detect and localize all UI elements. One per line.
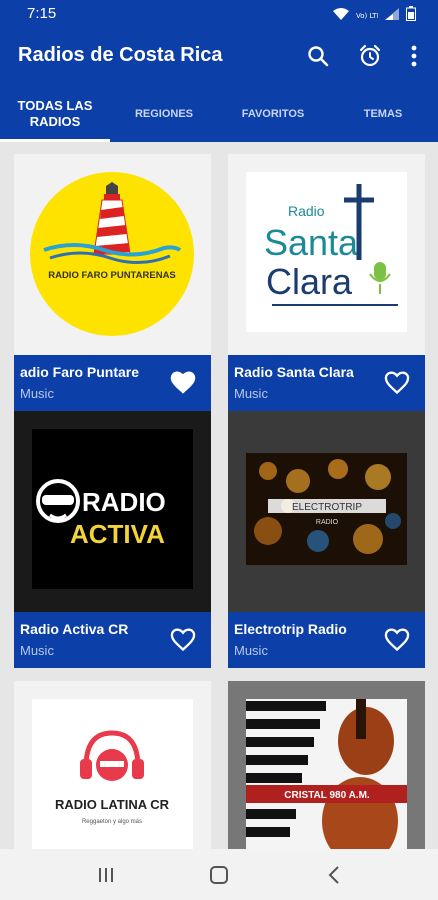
system-nav-bar <box>0 849 438 900</box>
station-genre: Music <box>20 386 54 401</box>
station-card[interactable]: RADIO FARO PUNTARENAS adio Faro Puntare … <box>14 154 211 411</box>
station-name: Radio Santa Clara <box>234 364 354 380</box>
tab-label: TODAS LAS RADIOS <box>17 97 93 129</box>
battery-icon <box>406 6 416 26</box>
search-button[interactable] <box>304 42 332 70</box>
favorite-button[interactable] <box>383 369 411 395</box>
back-icon <box>328 866 339 884</box>
tab-label: REGIONES <box>134 107 194 120</box>
svg-text:ACTIVA: ACTIVA <box>70 519 165 549</box>
heart-filled-icon <box>170 371 196 394</box>
station-card[interactable]: RADIO LATINA CR Reggaeton y algo más <box>14 681 211 849</box>
svg-text:Radio: Radio <box>288 203 325 219</box>
tab-regiones[interactable]: REGIONES <box>110 85 218 142</box>
station-logo: RADIO LATINA CR Reggaeton y algo más <box>14 681 211 849</box>
station-genre: Music <box>234 643 268 658</box>
svg-text:ELECTROTRIP: ELECTROTRIP <box>292 502 362 513</box>
more-vert-icon <box>411 45 417 67</box>
station-logo: RADIO ACTIVA <box>14 411 211 612</box>
svg-text:RADIO FARO PUNTARENAS: RADIO FARO PUNTARENAS <box>48 270 176 281</box>
search-icon <box>308 46 329 67</box>
heart-outline-icon <box>384 371 410 395</box>
favorite-button[interactable] <box>169 626 197 652</box>
status-time: 7:15 <box>27 5 57 22</box>
recent-apps-button[interactable] <box>94 863 118 887</box>
status-icons: Vo) LTE <box>332 6 416 26</box>
station-card[interactable]: Radio Santa Clara Radio Santa Clara Musi… <box>228 154 425 411</box>
tab-favoritos[interactable]: FAVORITOS <box>218 85 328 142</box>
alarm-icon <box>359 44 381 67</box>
svg-text:Clara: Clara <box>266 261 353 302</box>
station-info[interactable]: Electrotrip Radio Music <box>228 612 425 668</box>
station-card[interactable]: RADIO ACTIVA Radio Activa CR Music <box>14 411 211 668</box>
favorite-button[interactable] <box>383 626 411 652</box>
svg-text:Santa: Santa <box>264 222 359 263</box>
station-genre: Music <box>234 386 268 401</box>
app-title: Radios de Costa Rica <box>18 44 223 66</box>
station-genre: Music <box>20 643 54 658</box>
station-name: Radio Activa CR <box>20 621 129 637</box>
tab-todas-las-radios[interactable]: TODAS LAS RADIOS <box>0 85 110 142</box>
station-logo: CRISTAL 980 A.M. <box>228 681 425 849</box>
alarm-button[interactable] <box>356 42 384 70</box>
station-logo: ELECTROTRIP RADIO <box>228 411 425 612</box>
station-card[interactable]: CRISTAL 980 A.M. <box>228 681 425 849</box>
station-info[interactable]: Radio Santa Clara Music <box>228 355 425 411</box>
favorite-button[interactable] <box>169 369 197 395</box>
heart-outline-icon <box>170 628 196 652</box>
wifi-icon <box>332 7 350 26</box>
volte-lte-icon: Vo) LTE <box>356 7 381 26</box>
recent-apps-icon <box>99 868 113 882</box>
svg-text:RADIO: RADIO <box>82 487 166 517</box>
svg-text:Reggaeton y algo más: Reggaeton y algo más <box>82 819 142 825</box>
svg-text:RADIO LATINA CR: RADIO LATINA CR <box>55 797 170 812</box>
status-bar: 7:15 Vo) LTE <box>0 0 438 28</box>
tab-bar: TODAS LAS RADIOS REGIONES FAVORITOS TEMAS <box>0 85 438 142</box>
tab-label: FAVORITOS <box>241 107 305 120</box>
tab-label: TEMAS <box>363 107 403 120</box>
station-name: Electrotrip Radio <box>234 621 347 637</box>
home-icon <box>210 866 228 884</box>
signal-icon <box>384 7 400 26</box>
app-bar: Radios de Costa Rica <box>0 28 438 85</box>
more-options-button[interactable] <box>400 42 428 70</box>
heart-outline-icon <box>384 628 410 652</box>
svg-text:RADIO: RADIO <box>316 519 339 526</box>
station-logo: Radio Santa Clara <box>228 154 425 355</box>
station-info[interactable]: adio Faro Puntare Music <box>14 355 211 411</box>
svg-text:Vo) LTE: Vo) LTE <box>356 12 378 20</box>
svg-text:CRISTAL 980 A.M.: CRISTAL 980 A.M. <box>284 790 370 801</box>
station-logo: RADIO FARO PUNTARENAS <box>14 154 211 355</box>
station-info[interactable]: Radio Activa CR Music <box>14 612 211 668</box>
station-grid[interactable]: RADIO FARO PUNTARENAS adio Faro Puntare … <box>0 142 438 849</box>
tab-temas[interactable]: TEMAS <box>328 85 438 142</box>
station-name: adio Faro Puntare <box>20 364 140 380</box>
back-button[interactable] <box>322 863 346 887</box>
station-card[interactable]: ELECTROTRIP RADIO Electrotrip Radio Musi… <box>228 411 425 668</box>
home-button[interactable] <box>207 863 231 887</box>
